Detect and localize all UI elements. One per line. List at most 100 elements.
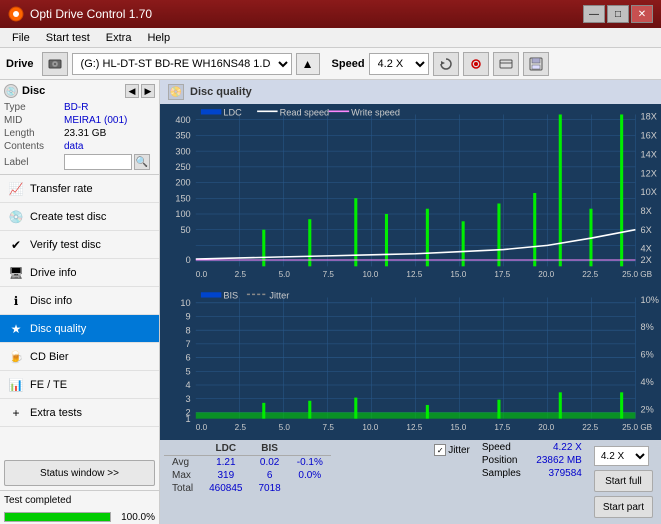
max-bis: 6 (251, 469, 289, 482)
menu-start-test[interactable]: Start test (38, 30, 98, 46)
disc-info-icon: ℹ (8, 293, 24, 309)
drive-select[interactable]: (G:) HL-DT-ST BD-RE WH16NS48 1.D3 (72, 53, 292, 75)
window-controls: — □ ✕ (583, 5, 653, 23)
avg-ldc: 1.21 (201, 456, 250, 470)
ldc-chart-svg: 400 350 300 250 200 150 100 50 0 18X 16X… (160, 104, 661, 287)
mid-label: MID (4, 115, 64, 126)
nav-verify-test-disc[interactable]: ✔ Verify test disc (0, 231, 159, 259)
jitter-label: Jitter (448, 445, 470, 456)
samples-row: Samples 379584 (482, 468, 582, 479)
maximize-button[interactable]: □ (607, 5, 629, 23)
toolbar: Drive (G:) HL-DT-ST BD-RE WH16NS48 1.D3 … (0, 48, 661, 80)
nav-create-test-disc-label: Create test disc (30, 211, 106, 223)
test-completed-text: Test completed (4, 495, 71, 506)
svg-text:400: 400 (175, 115, 190, 125)
svg-text:10.0: 10.0 (362, 270, 378, 279)
nav-fe-te-label: FE / TE (30, 379, 67, 391)
disc-btn1[interactable]: ◀ (125, 84, 139, 98)
svg-text:150: 150 (175, 193, 190, 203)
chart-title: Disc quality (190, 86, 252, 98)
svg-text:Write speed: Write speed (351, 107, 400, 117)
transfer-rate-icon: 📈 (8, 181, 24, 197)
speed-label: Speed (332, 58, 365, 70)
contents-label: Contents (4, 141, 64, 152)
settings-btn[interactable] (463, 52, 489, 76)
minimize-button[interactable]: — (583, 5, 605, 23)
svg-text:BIS: BIS (223, 291, 238, 301)
start-full-btn[interactable]: Start full (594, 470, 653, 492)
svg-text:10%: 10% (641, 295, 659, 305)
svg-text:10: 10 (180, 298, 190, 308)
progress-bar-bg (4, 512, 111, 522)
svg-text:200: 200 (175, 178, 190, 188)
svg-text:7.5: 7.5 (323, 270, 335, 279)
svg-text:250: 250 (175, 162, 190, 172)
speed-select[interactable]: 4.2 X (369, 53, 429, 75)
extra-tests-icon: + (8, 405, 24, 421)
refresh-btn[interactable] (433, 52, 459, 76)
svg-text:15.0: 15.0 (450, 270, 466, 279)
svg-text:Read speed: Read speed (280, 107, 330, 117)
close-button[interactable]: ✕ (631, 5, 653, 23)
svg-text:18X: 18X (641, 112, 657, 122)
create-test-disc-icon: 💿 (8, 209, 24, 225)
nav-extra-tests[interactable]: + Extra tests (0, 399, 159, 427)
menu-extra[interactable]: Extra (98, 30, 140, 46)
contents-value: data (64, 141, 155, 152)
samples-key: Samples (482, 468, 521, 479)
ldc-col-header: LDC (201, 442, 250, 456)
label-btn[interactable]: 🔍 (134, 154, 150, 170)
nav-disc-info-label: Disc info (30, 295, 72, 307)
menu-help[interactable]: Help (139, 30, 178, 46)
speed-dropdown[interactable]: 4.2 X (594, 446, 649, 466)
start-part-btn[interactable]: Start part (594, 496, 653, 518)
bis-chart-svg: 10 9 8 7 6 5 4 3 2 1 10% 8% 6% 4% 2% (160, 287, 661, 440)
svg-text:LDC: LDC (223, 107, 242, 117)
drive-info-icon: 🖥 (8, 265, 24, 281)
svg-text:25.0 GB: 25.0 GB (622, 270, 652, 279)
menu-bar: File Start test Extra Help (0, 28, 661, 48)
svg-text:17.5: 17.5 (494, 270, 510, 279)
charts-area: 400 350 300 250 200 150 100 50 0 18X 16X… (160, 104, 661, 440)
bis-col-header: BIS (251, 442, 289, 456)
svg-text:8X: 8X (641, 206, 652, 216)
svg-text:22.5: 22.5 (582, 270, 598, 279)
disc-length-row: Length 23.31 GB (4, 128, 155, 139)
svg-text:6X: 6X (641, 225, 652, 235)
status-window-btn[interactable]: Status window >> (4, 460, 155, 486)
svg-text:0: 0 (186, 255, 191, 265)
progress-bar-container: 100.0% (0, 510, 159, 524)
svg-text:5: 5 (186, 367, 191, 377)
label-input[interactable] (64, 154, 132, 170)
info-btn[interactable] (493, 52, 519, 76)
nav-drive-info[interactable]: 🖥 Drive info (0, 259, 159, 287)
mid-value: MEIRA1 (001) (64, 115, 155, 126)
speed-val: 4.22 X (553, 442, 582, 453)
nav-create-test-disc[interactable]: 💿 Create test disc (0, 203, 159, 231)
svg-text:12.5: 12.5 (406, 422, 422, 432)
save-btn[interactable] (523, 52, 549, 76)
nav-disc-quality[interactable]: ★ Disc quality (0, 315, 159, 343)
nav-fe-te[interactable]: 📊 FE / TE (0, 371, 159, 399)
eject-btn[interactable]: ▲ (296, 53, 320, 75)
disc-btn2[interactable]: ▶ (141, 84, 155, 98)
type-value: BD-R (64, 102, 155, 113)
svg-text:7.5: 7.5 (323, 422, 335, 432)
svg-text:2X: 2X (641, 255, 652, 265)
progress-bar-fill (5, 513, 110, 521)
action-buttons: 4.2 X Start full Start part (590, 442, 657, 522)
nav-transfer-rate[interactable]: 📈 Transfer rate (0, 175, 159, 203)
svg-text:2%: 2% (641, 404, 654, 414)
disc-header: 💿 Disc ◀ ▶ (4, 84, 155, 98)
svg-text:0.0: 0.0 (196, 422, 208, 432)
svg-text:14X: 14X (641, 149, 657, 159)
cd-bier-icon: 🍺 (8, 349, 24, 365)
title-bar: Opti Drive Control 1.70 — □ ✕ (0, 0, 661, 28)
jitter-checkbox[interactable]: ✓ (434, 444, 446, 456)
samples-val: 379584 (548, 468, 581, 479)
total-label: Total (164, 482, 201, 495)
menu-file[interactable]: File (4, 30, 38, 46)
nav-disc-info[interactable]: ℹ Disc info (0, 287, 159, 315)
nav-cd-bier[interactable]: 🍺 CD Bier (0, 343, 159, 371)
total-jitter (289, 482, 331, 495)
